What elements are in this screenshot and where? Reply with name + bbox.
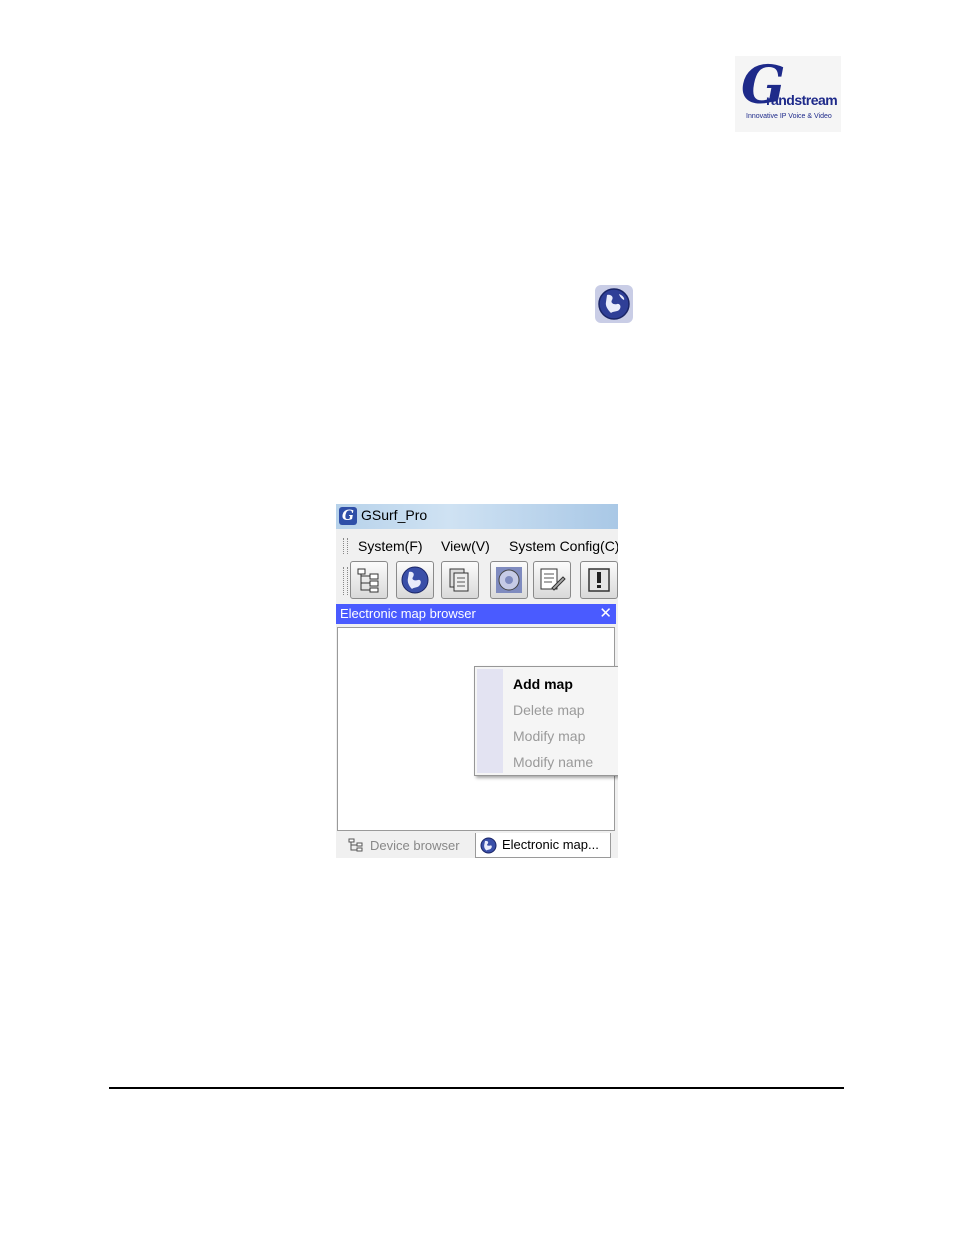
alarm-icon bbox=[588, 568, 610, 592]
ptz-button[interactable] bbox=[490, 561, 528, 599]
globe-icon bbox=[401, 566, 429, 594]
title-bar: G GSurf_Pro bbox=[336, 504, 618, 529]
tab-device-browser-label: Device browser bbox=[370, 838, 460, 853]
menu-item-add-map[interactable]: Add map bbox=[513, 676, 573, 692]
tab-electronic-map[interactable]: Electronic map... bbox=[475, 833, 611, 858]
app-logo-icon: G bbox=[339, 507, 357, 525]
menu-item-modify-name: Modify name bbox=[513, 754, 594, 770]
electronic-map-browser-header: Electronic map browser ✕ bbox=[336, 604, 616, 624]
context-menu-gutter bbox=[477, 669, 503, 773]
log-icon bbox=[540, 568, 566, 591]
toolbar bbox=[336, 559, 618, 603]
menu-bar: System(F) View(V) System Config(C) bbox=[336, 533, 618, 559]
gsurf-window: G GSurf_Pro System(F) View(V) System Con… bbox=[336, 504, 618, 858]
alarm-button[interactable] bbox=[580, 561, 618, 599]
window-title: GSurf_Pro bbox=[361, 507, 428, 523]
menu-item-delete-map: Delete map bbox=[513, 702, 585, 718]
context-menu: Add map Delete map Modify map Modify nam… bbox=[474, 666, 618, 776]
playback-button[interactable] bbox=[441, 561, 479, 599]
panel-close-icon[interactable]: ✕ bbox=[599, 604, 612, 622]
electronic-map-button[interactable] bbox=[396, 561, 434, 599]
menu-view[interactable]: View(V) bbox=[441, 538, 490, 554]
electronic-map-globe-icon bbox=[595, 285, 633, 323]
bottom-tab-bar: Device browser Electronic map... bbox=[336, 833, 618, 858]
footer-divider bbox=[109, 1087, 844, 1089]
tab-electronic-map-label: Electronic map... bbox=[502, 837, 599, 852]
grandstream-logo: G randstream Innovative IP Voice & Video bbox=[735, 56, 841, 132]
menu-system-config[interactable]: System Config(C) bbox=[509, 538, 618, 554]
ptz-icon bbox=[496, 567, 522, 593]
playback-icon bbox=[449, 568, 469, 592]
device-browser-button[interactable] bbox=[350, 561, 388, 599]
log-button[interactable] bbox=[533, 561, 571, 599]
toolbar-grip bbox=[343, 567, 348, 595]
globe-icon bbox=[480, 837, 497, 854]
logo-word: randstream bbox=[766, 92, 838, 108]
menubar-grip bbox=[343, 538, 348, 554]
menu-system[interactable]: System(F) bbox=[358, 538, 423, 554]
device-tree-icon bbox=[348, 838, 363, 852]
logo-tagline: Innovative IP Voice & Video bbox=[746, 113, 832, 120]
device-tree-icon bbox=[357, 568, 379, 593]
menu-item-modify-map: Modify map bbox=[513, 728, 586, 744]
panel-title: Electronic map browser bbox=[340, 606, 476, 621]
